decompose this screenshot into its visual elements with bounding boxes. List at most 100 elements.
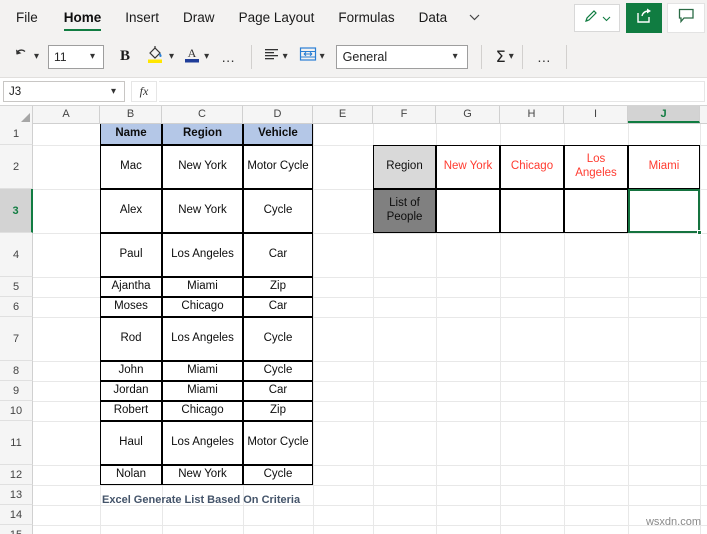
column-header-a[interactable]: A [33, 106, 100, 123]
row-header-9[interactable]: 9 [0, 381, 33, 401]
table-row-cell-vehicle[interactable]: Car [243, 297, 313, 317]
column-header-f[interactable]: F [373, 106, 436, 123]
column-header-h[interactable]: H [500, 106, 564, 123]
align-chevron-down-icon[interactable]: ▾ [283, 51, 288, 62]
table-row-cell-region[interactable]: New York [162, 465, 243, 485]
column-header-c[interactable]: C [162, 106, 243, 123]
table-row-cell-region[interactable]: Miami [162, 381, 243, 401]
align-button[interactable]: ▾ [257, 36, 291, 78]
table-row-cell-region[interactable]: New York [162, 189, 243, 233]
result-value-los-angeles[interactable] [564, 189, 628, 233]
table-row-cell-vehicle[interactable]: Car [243, 233, 313, 277]
insert-function-button[interactable]: fx [131, 81, 157, 102]
table-row-cell-region[interactable]: Chicago [162, 297, 243, 317]
table-row-cell-region[interactable]: New York [162, 145, 243, 189]
table-row-cell-vehicle[interactable]: Cycle [243, 189, 313, 233]
font-color-chevron-down-icon[interactable]: ▾ [204, 51, 209, 62]
column-header-j[interactable]: J [628, 106, 700, 123]
row-header-15[interactable]: 15 [0, 525, 33, 534]
result-header-region[interactable]: Region [373, 145, 436, 189]
row-header-10[interactable]: 10 [0, 401, 33, 421]
ribbon-tab-home[interactable]: Home [52, 0, 114, 36]
table-row-cell-vehicle[interactable]: Motor Cycle [243, 421, 313, 465]
table-row-cell-name[interactable]: Mac [100, 145, 162, 189]
ribbon-tab-page-layout[interactable]: Page Layout [227, 0, 327, 36]
bold-button[interactable]: B [110, 36, 140, 78]
pen-chevron-down-icon[interactable] [602, 9, 611, 27]
table-row-cell-vehicle[interactable]: Car [243, 381, 313, 401]
table-row-cell-name[interactable]: Jordan [100, 381, 162, 401]
row-header-6[interactable]: 6 [0, 297, 33, 317]
table-row-cell-vehicle[interactable]: Motor Cycle [243, 145, 313, 189]
autosum-button[interactable]: Σ ▾ [487, 36, 517, 78]
ribbon-tab-data[interactable]: Data [407, 0, 460, 36]
table-row-cell-region[interactable]: Miami [162, 361, 243, 381]
table-row-cell-region[interactable]: Los Angeles [162, 233, 243, 277]
table-row-cell-region[interactable]: Chicago [162, 401, 243, 421]
more-font-options-button[interactable]: … [212, 36, 246, 78]
autosum-chevron-down-icon[interactable]: ▾ [509, 51, 514, 62]
result-row-label-list-of-people[interactable]: List of People [373, 189, 436, 233]
column-header-g[interactable]: G [436, 106, 500, 123]
wrap-text-chevron-down-icon[interactable]: ▾ [320, 51, 325, 62]
column-header-i[interactable]: I [564, 106, 628, 123]
result-header-city-los-angeles[interactable]: Los Angeles [564, 145, 628, 189]
row-header-7[interactable]: 7 [0, 317, 33, 361]
font-size-chevron-down-icon[interactable]: ▾ [90, 51, 95, 62]
table-row-cell-name[interactable]: Nolan [100, 465, 162, 485]
wrap-text-button[interactable]: ▾ [291, 36, 328, 78]
table-row-cell-vehicle[interactable]: Cycle [243, 361, 313, 381]
more-toolbar-options-button[interactable]: … [528, 36, 562, 78]
number-format-select[interactable]: General ▾ [335, 44, 468, 69]
data-header-vehicle[interactable]: Vehicle [243, 123, 313, 145]
row-header-14[interactable]: 14 [0, 505, 33, 525]
result-header-city-miami[interactable]: Miami [628, 145, 700, 189]
column-header-e[interactable]: E [313, 106, 373, 123]
table-row-cell-vehicle[interactable]: Cycle [243, 317, 313, 361]
table-row-cell-name[interactable]: Rod [100, 317, 162, 361]
fill-color-chevron-down-icon[interactable]: ▾ [169, 51, 174, 62]
selected-cell-j3[interactable] [628, 189, 700, 233]
font-color-button[interactable]: A ▾ [177, 36, 212, 78]
fill-handle[interactable] [697, 230, 702, 235]
row-header-5[interactable]: 5 [0, 277, 33, 297]
ribbon-overflow-chevron-down-icon[interactable] [459, 0, 490, 36]
row-header-8[interactable]: 8 [0, 361, 33, 381]
table-row-cell-region[interactable]: Miami [162, 277, 243, 297]
name-box-chevron-down-icon[interactable]: ▾ [111, 86, 116, 97]
table-row-cell-region[interactable]: Los Angeles [162, 421, 243, 465]
font-size-input[interactable]: 11 ▾ [48, 44, 105, 69]
result-header-city-chicago[interactable]: Chicago [500, 145, 564, 189]
row-header-13[interactable]: 13 [0, 485, 33, 505]
row-header-3[interactable]: 3 [0, 189, 33, 233]
undo-chevron-down-icon[interactable]: ▾ [34, 51, 39, 62]
table-row-cell-name[interactable]: Robert [100, 401, 162, 421]
pen-button[interactable] [574, 4, 620, 32]
select-all-corner[interactable] [0, 106, 33, 123]
row-header-11[interactable]: 11 [0, 421, 33, 465]
ribbon-tab-file[interactable]: File [0, 0, 52, 36]
table-row-cell-vehicle[interactable]: Zip [243, 401, 313, 421]
table-row-cell-vehicle[interactable]: Zip [243, 277, 313, 297]
table-row-cell-name[interactable]: John [100, 361, 162, 381]
table-row-cell-name[interactable]: Haul [100, 421, 162, 465]
table-row-cell-name[interactable]: Paul [100, 233, 162, 277]
ribbon-tab-draw[interactable]: Draw [171, 0, 227, 36]
comment-button[interactable] [667, 3, 705, 33]
fill-color-button[interactable]: ▾ [140, 36, 177, 78]
name-box[interactable]: J3 ▾ [3, 81, 125, 102]
table-row-cell-name[interactable]: Moses [100, 297, 162, 317]
undo-button[interactable]: ▾ [0, 36, 42, 78]
row-header-1[interactable]: 1 [0, 123, 33, 145]
column-header-d[interactable]: D [243, 106, 313, 123]
row-header-12[interactable]: 12 [0, 465, 33, 485]
ribbon-tab-formulas[interactable]: Formulas [326, 0, 406, 36]
column-header-b[interactable]: B [100, 106, 162, 123]
table-row-cell-name[interactable]: Ajantha [100, 277, 162, 297]
data-header-name[interactable]: Name [100, 123, 162, 145]
result-header-city-new-york[interactable]: New York [436, 145, 500, 189]
table-row-cell-name[interactable]: Alex [100, 189, 162, 233]
number-format-chevron-down-icon[interactable]: ▾ [453, 51, 458, 62]
table-row-cell-region[interactable]: Los Angeles [162, 317, 243, 361]
table-row-cell-vehicle[interactable]: Cycle [243, 465, 313, 485]
